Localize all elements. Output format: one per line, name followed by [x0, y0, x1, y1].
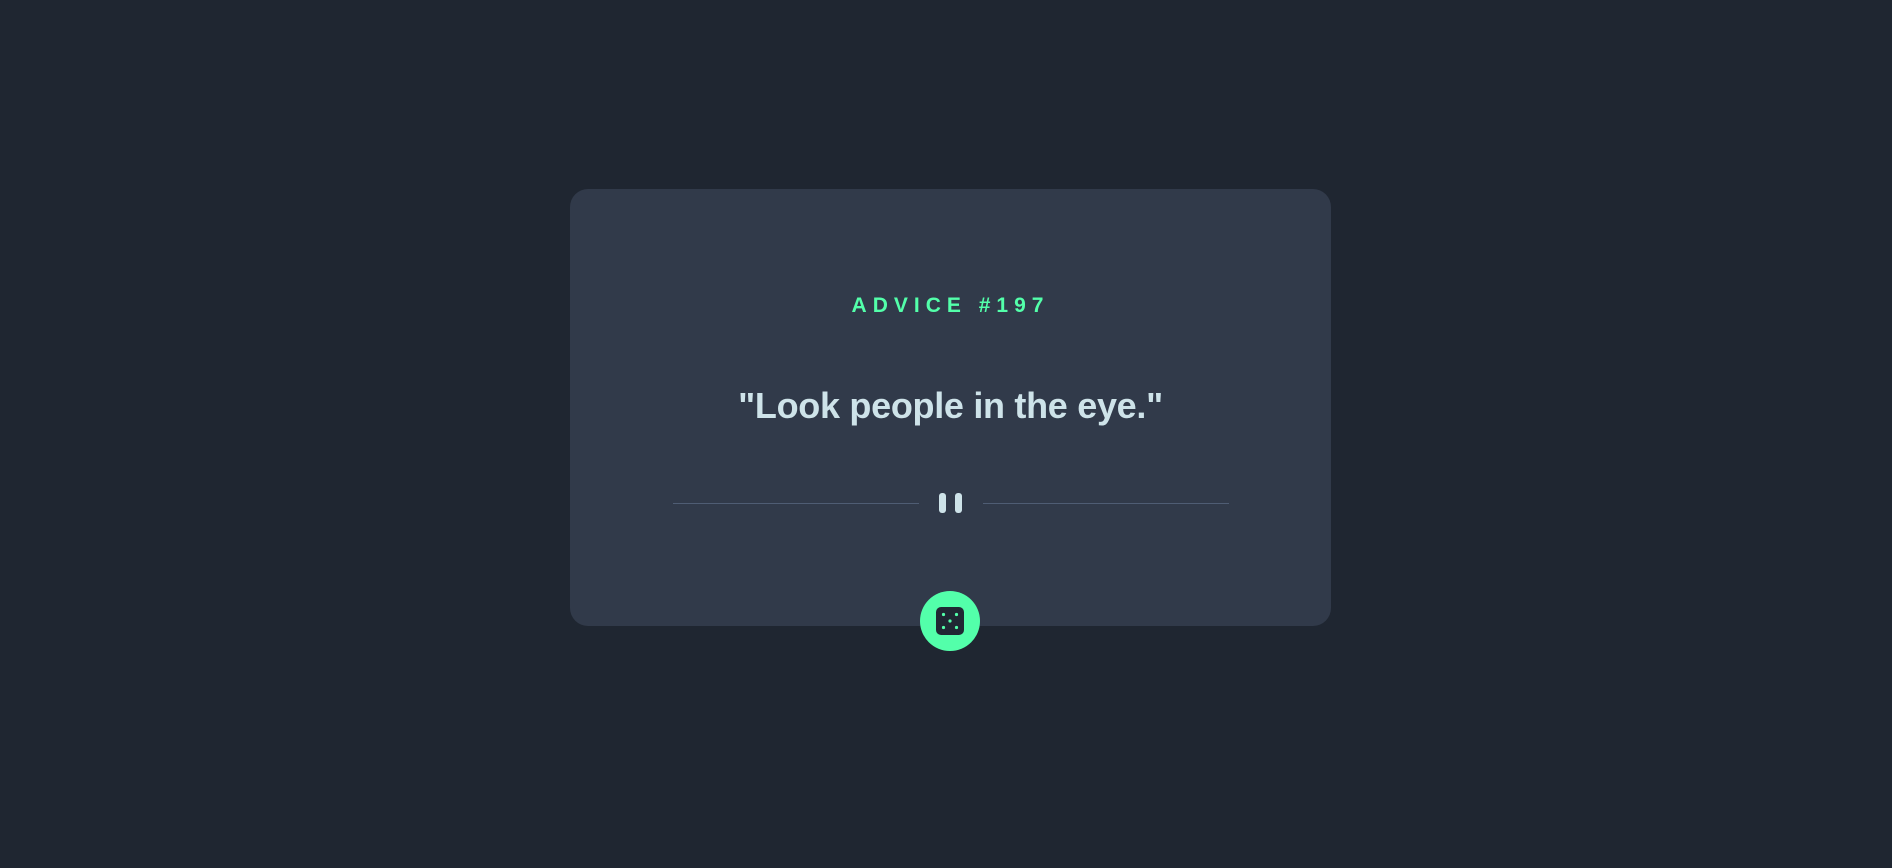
advice-number-label: ADVICE #197 — [851, 294, 1050, 317]
pause-quote-icon — [937, 493, 963, 513]
pattern-divider — [673, 492, 1229, 514]
divider-line-right — [983, 503, 1229, 504]
advice-quote: "Look people in the eye." — [738, 385, 1163, 426]
advice-card: ADVICE #197 "Look people in the eye." — [570, 189, 1331, 626]
divider-line-left — [673, 503, 919, 504]
page: ADVICE #197 "Look people in the eye." — [0, 0, 1892, 868]
new-advice-button[interactable] — [920, 591, 980, 651]
dice-icon — [936, 607, 964, 635]
